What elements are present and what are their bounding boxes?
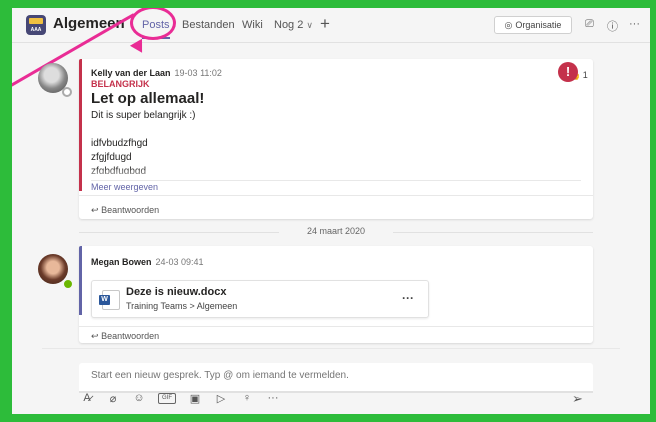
- compose-input[interactable]: [91, 370, 571, 381]
- importance-accent: [79, 59, 82, 191]
- tab-more-label: Nog 2: [274, 19, 304, 31]
- reply-button[interactable]: ↩ Beantwoorden: [91, 205, 159, 216]
- send-icon[interactable]: ➢: [572, 391, 583, 407]
- emoji-icon[interactable]: ☺: [132, 392, 146, 406]
- author-name: Kelly van der Laan: [91, 68, 171, 78]
- eye-icon: ◎: [504, 19, 513, 30]
- date-divider-label: 24 maart 2020: [306, 226, 366, 236]
- file-attachment[interactable]: W Deze is nieuw.docx Training Teams > Al…: [91, 280, 429, 318]
- message-card: Kelly van der Laan 19-03 11:02 BELANGRIJK…: [79, 59, 593, 219]
- file-more-options[interactable]: ···: [402, 291, 414, 305]
- attach-icon[interactable]: ⌀: [106, 392, 120, 406]
- message-card: Megan Bowen 24-03 09:41 W Deze is nieuw.d…: [79, 246, 593, 343]
- channel-header: AAA Algemeen Posts Bestanden Wiki Nog 2 ∨…: [12, 8, 650, 43]
- team-logo[interactable]: AAA: [26, 15, 46, 35]
- add-tab-icon[interactable]: +: [320, 14, 330, 34]
- show-more-link[interactable]: Meer weergeven: [91, 182, 158, 192]
- organisation-label: Organisatie: [515, 20, 562, 30]
- reaction-count: 1: [582, 70, 588, 80]
- praise-icon[interactable]: ♀: [240, 392, 254, 406]
- author-name: Megan Bowen: [91, 257, 152, 267]
- presence-icon: [62, 278, 74, 290]
- reply-button[interactable]: ↩ Beantwoorden: [91, 331, 159, 342]
- organisation-button[interactable]: ◎ Organisatie: [494, 16, 572, 34]
- divider-line: [393, 232, 593, 233]
- team-logo-text: AAA: [30, 27, 42, 33]
- word-file-icon: W: [99, 290, 120, 310]
- file-path: Training Teams > Algemeen: [126, 301, 238, 311]
- reply-icon: ↩: [91, 331, 99, 341]
- important-alert-icon: !: [558, 62, 578, 82]
- divider: [91, 180, 581, 181]
- chevron-down-icon: ∨: [306, 20, 313, 30]
- compose-box[interactable]: [79, 363, 593, 393]
- message-accent: [79, 246, 82, 315]
- divider: [79, 195, 593, 196]
- message-author: Megan Bowen 24-03 09:41: [91, 257, 204, 267]
- presence-icon: [62, 87, 72, 97]
- tab-bestanden[interactable]: Bestanden: [182, 19, 235, 31]
- sticker-icon[interactable]: ▣: [188, 392, 202, 406]
- tab-more[interactable]: Nog 2 ∨: [274, 19, 313, 31]
- date-divider: 24 maart 2020: [79, 225, 593, 239]
- divider: [79, 326, 593, 327]
- teams-window: AAA Algemeen Posts Bestanden Wiki Nog 2 ∨…: [12, 8, 650, 414]
- reply-label: Beantwoorden: [101, 331, 160, 341]
- more-icon[interactable]: ···: [266, 392, 280, 406]
- more-options-icon[interactable]: ···: [629, 18, 640, 30]
- importance-label: BELANGRIJK: [91, 79, 150, 89]
- divider: [42, 348, 620, 349]
- message-line: idfvbudzfhgd: [91, 138, 148, 149]
- message-line: Dit is super belangrijk :): [91, 110, 196, 121]
- message-time: 19-03 11:02: [174, 68, 222, 78]
- reply-label: Beantwoorden: [101, 205, 160, 215]
- message-author: Kelly van der Laan 19-03 11:02: [91, 68, 222, 78]
- meet-icon[interactable]: ▷: [214, 392, 228, 406]
- message-time: 24-03 09:41: [155, 257, 204, 267]
- meet-now-icon[interactable]: ⎚: [585, 18, 594, 31]
- format-icon[interactable]: A̷: [80, 392, 94, 406]
- file-name: Deze is nieuw.docx: [126, 286, 227, 298]
- message-subject: Let op allemaal!: [91, 90, 205, 107]
- gif-icon[interactable]: GIF: [158, 393, 176, 404]
- info-icon[interactable]: ⓘ: [607, 18, 618, 34]
- message-line: zfgjfdugd: [91, 152, 132, 163]
- reply-icon: ↩: [91, 205, 99, 215]
- compose-toolbar: A̷ ⌀ ☺ GIF ▣ ▷ ♀ ···: [80, 392, 280, 406]
- tab-wiki[interactable]: Wiki: [242, 19, 263, 31]
